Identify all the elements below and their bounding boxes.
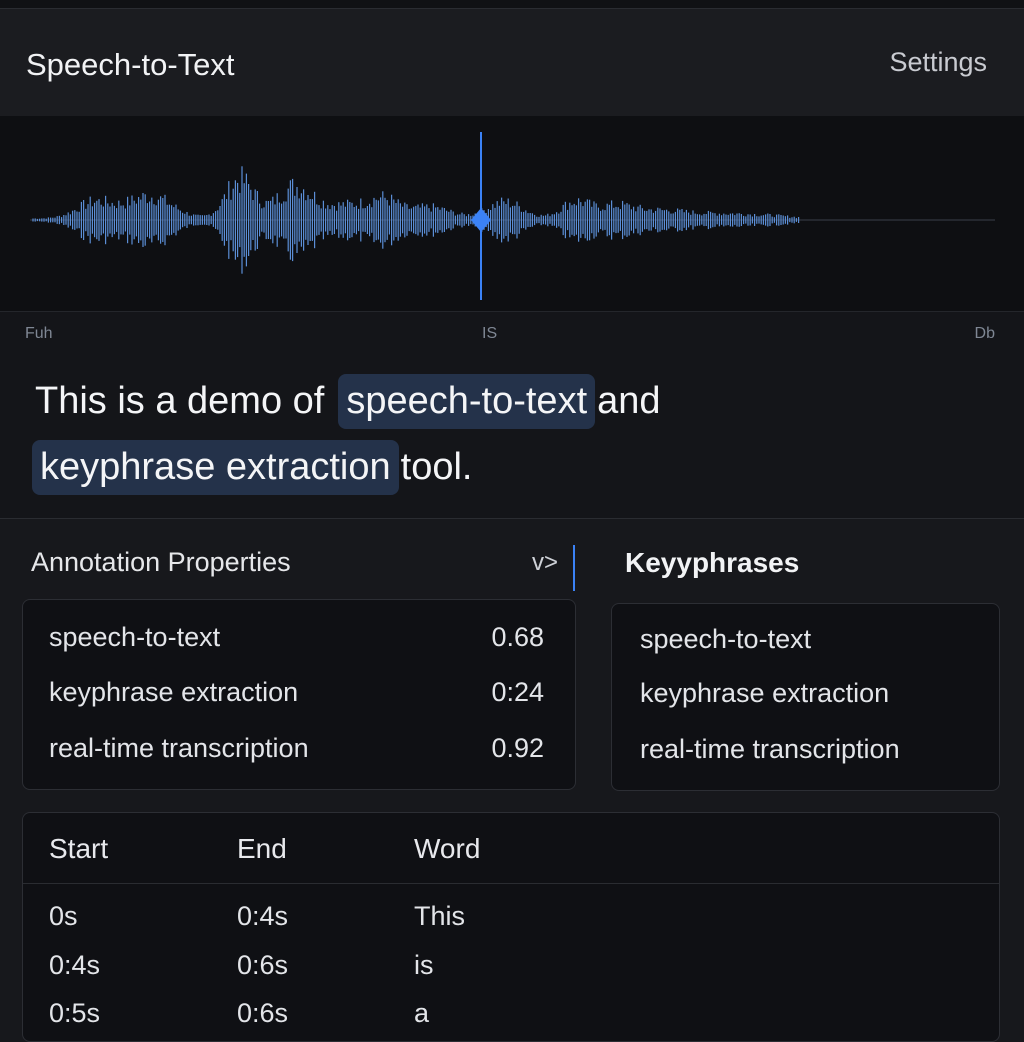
cell-end: 0:6s bbox=[237, 950, 289, 980]
keyphrase-item[interactable]: keyphrase extraction bbox=[640, 678, 889, 709]
panel-divider-cursor bbox=[573, 545, 575, 591]
transcript-area: This is a demo of speech-to-text and keyph… bbox=[0, 356, 1024, 519]
keyphrase-item[interactable]: real-time transcription bbox=[640, 734, 900, 765]
annotation-name: speech-to-text bbox=[49, 622, 221, 652]
cell-start: 0:4s bbox=[49, 950, 101, 980]
annotation-properties-title: Annotation Properties bbox=[31, 547, 291, 577]
time-label-middle: IS bbox=[482, 325, 498, 342]
cell-end: 0:4s bbox=[237, 901, 289, 931]
keyphrases-title: Keyyphrases bbox=[625, 547, 800, 578]
cell-end: 0:6s bbox=[237, 998, 289, 1028]
annotation-row[interactable]: keyphrase extraction 0:24 bbox=[49, 677, 544, 717]
time-ruler: Fuh IS Db bbox=[0, 312, 1024, 356]
app-header: Speech-to-Text Settings bbox=[0, 9, 1024, 116]
column-header-end[interactable]: End bbox=[237, 833, 287, 865]
cell-word: a bbox=[414, 998, 430, 1028]
transcript-text: and bbox=[597, 380, 661, 422]
annotation-name: real-time transcription bbox=[49, 733, 309, 763]
keyphrase-item[interactable]: speech-to-text bbox=[640, 624, 811, 655]
word-timing-table: Start End Word 0s 0:4s This 0:4s 0:6s is… bbox=[22, 812, 1000, 1042]
annotation-value: 0.68 bbox=[491, 622, 544, 652]
waveform-svg bbox=[30, 132, 995, 300]
column-header-start[interactable]: Start bbox=[49, 833, 108, 865]
annotation-row[interactable]: speech-to-text 0.68 bbox=[49, 622, 544, 662]
annotation-name: keyphrase extraction bbox=[49, 677, 299, 707]
keyphrase-highlight[interactable]: speech-to-text bbox=[338, 374, 596, 429]
time-label-end: Db bbox=[974, 325, 995, 342]
keyphrase-highlight[interactable]: keyphrase extraction bbox=[32, 440, 399, 495]
transcript-text: This is a demo of bbox=[35, 380, 325, 422]
cell-start: 0s bbox=[49, 901, 78, 931]
cell-start: 0:5s bbox=[49, 998, 101, 1028]
transcript-line-2: keyphrase extraction tool. bbox=[32, 440, 473, 495]
transcript-text: tool. bbox=[400, 446, 473, 488]
annotation-value: 0:24 bbox=[491, 677, 544, 707]
app-title: Speech-to-Text bbox=[26, 47, 235, 82]
annotation-value: 0.92 bbox=[491, 733, 544, 763]
settings-button[interactable]: Settings bbox=[889, 47, 987, 78]
annotation-properties-panel: speech-to-text 0.68 keyphrase extraction… bbox=[22, 599, 576, 790]
cell-word: is bbox=[414, 950, 434, 980]
annotation-row[interactable]: real-time transcription 0.92 bbox=[49, 733, 544, 773]
cell-word: This bbox=[414, 901, 466, 931]
waveform-bars bbox=[32, 166, 800, 274]
top-edge bbox=[0, 0, 1024, 9]
transcript-line-1: This is a demo of speech-to-text and bbox=[35, 374, 661, 429]
column-header-word[interactable]: Word bbox=[414, 833, 480, 865]
annotation-toggle-button[interactable]: v> bbox=[532, 549, 558, 577]
waveform-display[interactable] bbox=[0, 116, 1024, 312]
table-divider bbox=[23, 883, 999, 884]
time-label-start: Fuh bbox=[25, 325, 53, 342]
keyphrases-panel: speech-to-text keyphrase extraction real… bbox=[611, 603, 1000, 791]
